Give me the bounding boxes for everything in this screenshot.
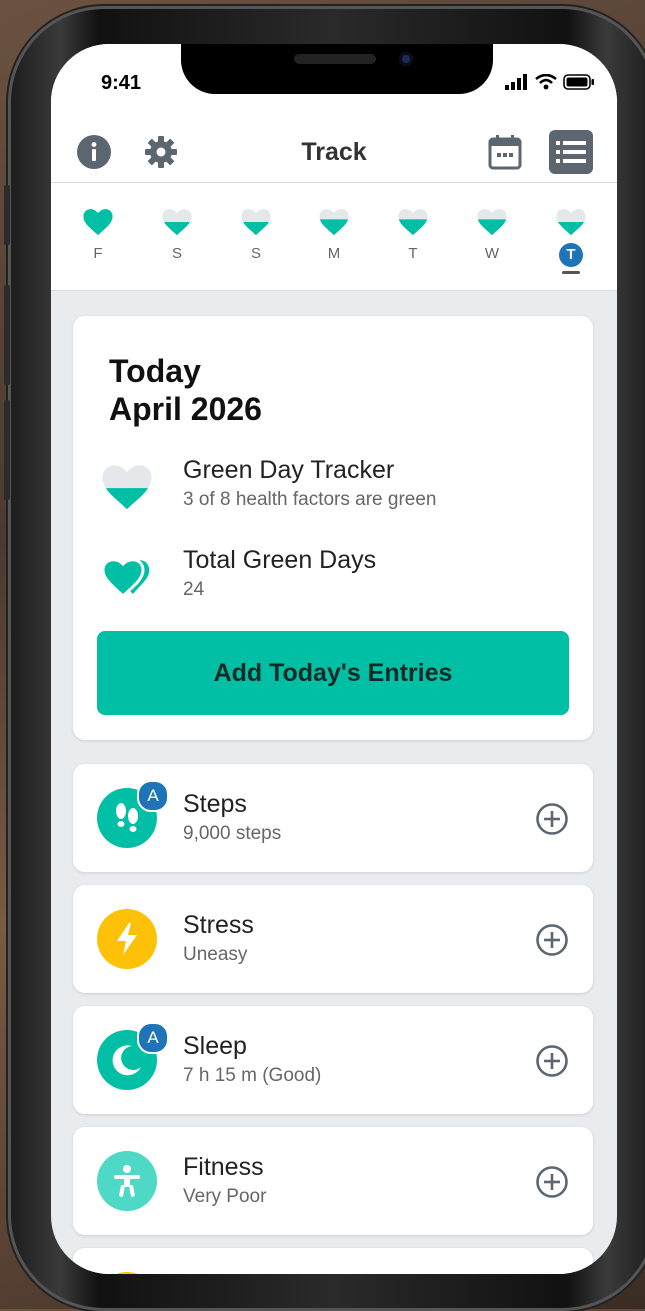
wifi-icon (535, 74, 557, 90)
add-entry-icon[interactable] (535, 802, 569, 836)
person-icon (97, 1151, 157, 1211)
add-todays-entries-button[interactable]: Add Today's Entries (97, 631, 569, 715)
metric-text: Sleep 7 h 15 m (Good) (183, 1032, 321, 1087)
lightning-icon (97, 909, 157, 969)
total-green-days-title: Total Green Days (183, 546, 377, 574)
day-3[interactable]: M (309, 206, 359, 263)
notch (181, 44, 493, 94)
nav-divider (51, 182, 617, 183)
day-label: S (250, 245, 261, 262)
auto-sync-badge: A (137, 1022, 169, 1054)
metric-value: Uneasy (183, 944, 248, 965)
tracker-title: Green Day Tracker (183, 456, 395, 484)
metric-value: 9,000 steps (183, 823, 282, 844)
signal-icon (505, 74, 527, 90)
metric-value: Very Poor (183, 1186, 267, 1207)
add-entry-icon[interactable] (535, 1165, 569, 1199)
day-heart-icon (309, 206, 359, 243)
total-green-days-value: 24 (183, 579, 205, 600)
day-heart-icon (152, 206, 202, 243)
status-icons (505, 74, 595, 90)
day-label: W (484, 245, 500, 262)
total-green-days-row: Total Green Days 24 (99, 546, 569, 616)
metric-icon-partial (97, 1272, 157, 1274)
metric-text: Steps 9,000 steps (183, 790, 281, 845)
double-heart-icon (101, 558, 150, 599)
battery-icon (563, 74, 594, 90)
metric-text: Stress Uneasy (183, 911, 254, 966)
front-camera (399, 52, 413, 66)
metric-card-fitness[interactable]: Fitness Very Poor (73, 1127, 593, 1235)
day-label: T (408, 245, 418, 262)
metric-title: Fitness (183, 1153, 264, 1181)
day-label: F (93, 245, 103, 262)
calendar-icon[interactable] (487, 134, 523, 170)
week-strip: F S S M T W T (51, 190, 617, 290)
heart-progress-icon (99, 460, 155, 519)
gear-icon[interactable] (143, 134, 179, 170)
summary-title: Today April 2026 (109, 353, 262, 427)
auto-sync-badge: A (137, 780, 169, 812)
metric-title: Sleep (183, 1032, 247, 1060)
metric-value: 7 h 15 m (Good) (183, 1065, 322, 1086)
day-label: S (171, 245, 182, 262)
add-entry-icon[interactable] (535, 923, 569, 957)
day-0[interactable]: F (73, 206, 123, 263)
status-time: 9:41 (101, 72, 142, 94)
app-screen: 9:41 Track F S S M T W T Today April 202… (51, 44, 617, 1274)
metric-card-steps[interactable]: A Steps 9,000 steps (73, 764, 593, 872)
volume-up-button (4, 285, 10, 385)
day-heart-icon (388, 206, 438, 243)
day-heart-icon (73, 206, 123, 243)
day-6[interactable]: T (546, 206, 596, 274)
day-4[interactable]: T (388, 206, 438, 263)
add-entry-icon[interactable] (535, 1044, 569, 1078)
day-1[interactable]: S (152, 206, 202, 263)
week-divider (51, 290, 617, 291)
day-heart-icon (231, 206, 281, 243)
green-day-tracker-row: Green Day Tracker 3 of 8 health factors … (99, 456, 569, 526)
tracker-subtitle: 3 of 8 health factors are green (183, 489, 437, 510)
day-label: M (327, 245, 341, 262)
metric-card-stress[interactable]: Stress Uneasy (73, 885, 593, 993)
day-5[interactable]: W (467, 206, 517, 263)
day-heart-icon (467, 206, 517, 243)
info-icon[interactable] (76, 134, 112, 170)
today-indicator (562, 271, 580, 274)
today-summary-card: Today April 2026 Green Day Tracker 3 of … (73, 316, 593, 740)
page-title: Track (301, 138, 367, 166)
metric-text: Fitness Very Poor (183, 1153, 266, 1208)
volume-down-button (4, 400, 10, 500)
list-view-icon[interactable] (549, 130, 593, 174)
metric-title: Stress (183, 911, 254, 939)
metric-title: Steps (183, 790, 247, 818)
day-2[interactable]: S (231, 206, 281, 263)
metric-card-partial[interactable] (73, 1248, 593, 1274)
mute-switch (4, 185, 10, 245)
day-heart-icon (546, 206, 596, 243)
metric-card-sleep[interactable]: A Sleep 7 h 15 m (Good) (73, 1006, 593, 1114)
day-label-today: T (559, 243, 583, 267)
nav-bar: Track (51, 124, 617, 180)
speaker (294, 54, 376, 64)
